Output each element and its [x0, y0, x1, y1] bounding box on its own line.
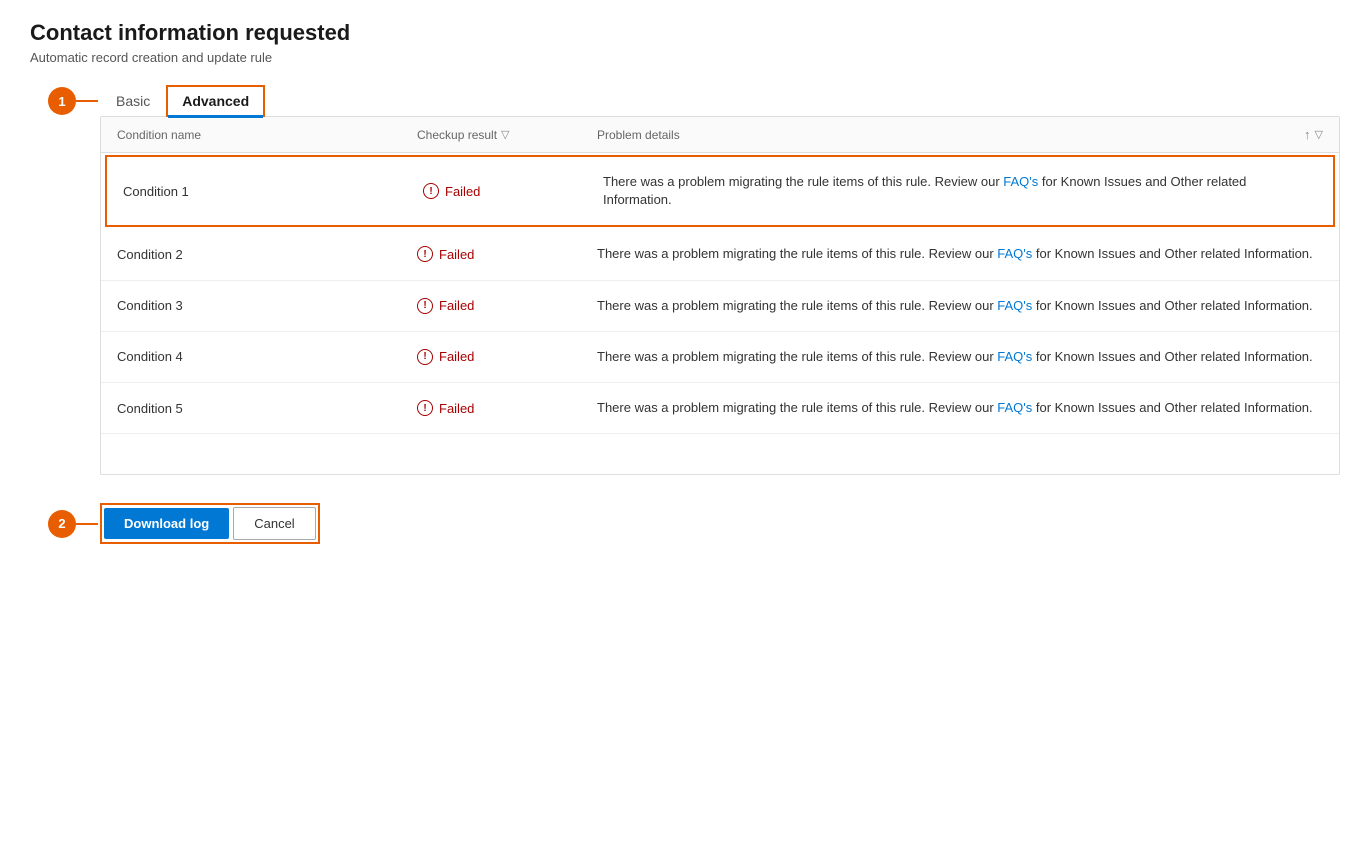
sort-desc-icon[interactable]: ▽ [1315, 128, 1323, 141]
table-header: Condition name Checkup result ▽ Problem … [101, 117, 1339, 153]
faq-link-2[interactable]: FAQ's [997, 246, 1032, 261]
condition-5-status: ! Failed [417, 400, 597, 416]
table-row: Condition 5 ! Failed There was a problem… [101, 383, 1339, 434]
failed-icon-5: ! [417, 400, 433, 416]
failed-icon-4: ! [417, 349, 433, 365]
download-log-button[interactable]: Download log [104, 508, 229, 539]
active-tab-underline [168, 115, 263, 117]
condition-4-name: Condition 4 [117, 349, 417, 364]
condition-1-status: ! Failed [423, 183, 603, 199]
condition-5-details: There was a problem migrating the rule i… [597, 399, 1323, 417]
condition-2-status: ! Failed [417, 246, 597, 262]
col-sort-controls: ↑ ▽ [1263, 127, 1323, 142]
col-problem-details: Problem details [597, 127, 1263, 142]
condition-1-name: Condition 1 [123, 184, 423, 199]
faq-link-1[interactable]: FAQ's [1003, 174, 1038, 189]
footer-section: 2 Download log Cancel [100, 503, 1340, 544]
col-checkup-result: Checkup result ▽ [417, 127, 597, 142]
tab-advanced[interactable]: Advanced [166, 85, 265, 117]
sort-asc-icon[interactable]: ↑ [1304, 127, 1311, 142]
condition-5-name: Condition 5 [117, 401, 417, 416]
tab-basic[interactable]: Basic [100, 85, 166, 117]
faq-link-5[interactable]: FAQ's [997, 400, 1032, 415]
step-2-badge: 2 [48, 510, 76, 538]
arrow-2 [76, 523, 98, 525]
failed-icon-3: ! [417, 298, 433, 314]
condition-2-details: There was a problem migrating the rule i… [597, 245, 1323, 263]
table-row: Condition 2 ! Failed There was a problem… [101, 229, 1339, 280]
arrow-1 [76, 100, 98, 102]
table-row: Condition 3 ! Failed There was a problem… [101, 281, 1339, 332]
failed-icon-2: ! [417, 246, 433, 262]
page-header: Contact information requested Automatic … [30, 20, 1340, 65]
condition-4-status: ! Failed [417, 349, 597, 365]
condition-2-name: Condition 2 [117, 247, 417, 262]
cancel-button[interactable]: Cancel [233, 507, 315, 540]
col-condition-name: Condition name [117, 127, 417, 142]
condition-3-name: Condition 3 [117, 298, 417, 313]
faq-link-4[interactable]: FAQ's [997, 349, 1032, 364]
condition-3-details: There was a problem migrating the rule i… [597, 297, 1323, 315]
page-subtitle: Automatic record creation and update rul… [30, 50, 1340, 65]
faq-link-3[interactable]: FAQ's [997, 298, 1032, 313]
checkup-filter-icon[interactable]: ▽ [501, 128, 509, 141]
page-title: Contact information requested [30, 20, 1340, 46]
step-1-badge: 1 [48, 87, 76, 115]
failed-icon-1: ! [423, 183, 439, 199]
footer-button-group: Download log Cancel [100, 503, 320, 544]
condition-3-status: ! Failed [417, 298, 597, 314]
condition-4-details: There was a problem migrating the rule i… [597, 348, 1323, 366]
table-row: Condition 4 ! Failed There was a problem… [101, 332, 1339, 383]
main-table-container: Condition name Checkup result ▽ Problem … [100, 116, 1340, 475]
condition-1-details: There was a problem migrating the rule i… [603, 173, 1317, 209]
table-row: Condition 1 ! Failed There was a problem… [105, 155, 1335, 227]
table-empty-row [101, 434, 1339, 474]
